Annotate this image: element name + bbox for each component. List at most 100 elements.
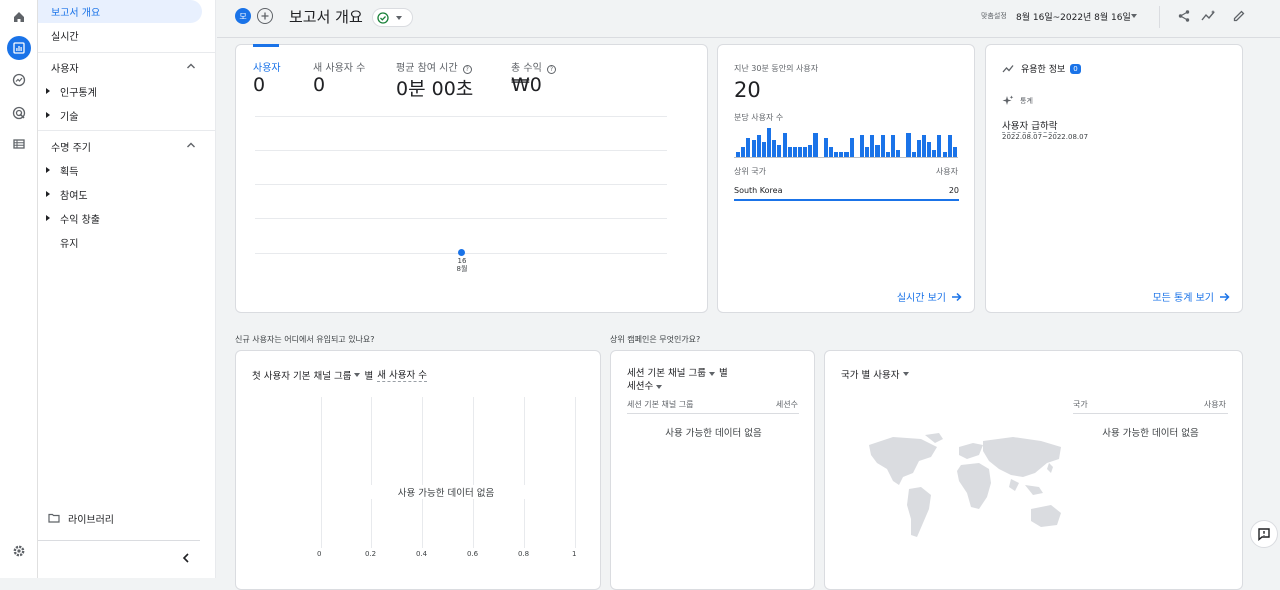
dimension-selector[interactable]: 첫 사용자 기본 채널 그룹: [252, 368, 351, 382]
tab-total-revenue[interactable]: 총 수익 ? ₩0: [511, 59, 556, 96]
sidebar-section-lifecycle[interactable]: 수명 주기: [51, 135, 216, 157]
caret-down-icon[interactable]: [354, 372, 361, 377]
per-minute-bar[interactable]: [947, 135, 952, 157]
explore-icon[interactable]: [7, 68, 31, 92]
per-minute-bar[interactable]: [870, 135, 875, 157]
status-dropdown[interactable]: [372, 8, 413, 27]
table-row[interactable]: South Korea 20: [734, 181, 959, 201]
per-minute-bar[interactable]: [890, 135, 896, 157]
tab-engagement-time[interactable]: 평균 참여 시간 ? 0분 00초: [396, 59, 473, 101]
chart-gridline: [255, 150, 667, 151]
reports-icon[interactable]: [7, 36, 31, 60]
per-minute-bar[interactable]: [880, 135, 885, 157]
country-card-header[interactable]: 국가 별 사용자: [841, 367, 910, 381]
column-header: 세션 기본 채널 그룹: [627, 400, 694, 409]
metric-selector[interactable]: 새 사용자 수: [377, 367, 427, 382]
per-minute-bar[interactable]: [787, 147, 792, 157]
per-minute-bar[interactable]: [751, 140, 756, 157]
advertising-icon[interactable]: [7, 101, 31, 125]
sidebar-item-library[interactable]: 라이브러리: [48, 507, 114, 529]
column-header-country: 상위 국가: [734, 167, 766, 176]
sidebar-item-label: 인구통계: [60, 87, 97, 99]
collapse-chevron-icon[interactable]: [179, 551, 193, 565]
sidebar-item-engagement[interactable]: 참여도: [46, 183, 88, 205]
insight-headline[interactable]: 사용자 급하락: [1002, 118, 1058, 133]
column-header: 세션수: [775, 400, 798, 409]
per-minute-bar[interactable]: [813, 133, 818, 157]
edit-pencil-icon[interactable]: [1229, 6, 1249, 26]
per-minute-bar[interactable]: [803, 147, 808, 157]
sidebar-item-overview[interactable]: 보고서 개요: [51, 0, 100, 22]
per-minute-bar[interactable]: [798, 147, 803, 157]
metric-value: ₩0: [511, 74, 542, 96]
per-minute-bar[interactable]: [916, 140, 921, 157]
view-all-insights-link[interactable]: 모든 통계 보기: [1152, 289, 1230, 304]
sidebar-item-retention[interactable]: 유지: [60, 231, 78, 253]
view-realtime-link[interactable]: 실시간 보기: [897, 289, 962, 304]
sidebar-item-monetization[interactable]: 수익 창출: [46, 207, 100, 229]
sidebar-item-acquisition[interactable]: 획득: [46, 159, 78, 181]
caret-down-icon[interactable]: [1131, 14, 1137, 18]
per-minute-bar[interactable]: [906, 133, 911, 157]
per-minute-bar[interactable]: [865, 147, 870, 157]
per-minute-bar[interactable]: [808, 145, 813, 157]
expand-arrow-icon: [46, 167, 50, 173]
per-minute-bar[interactable]: [761, 142, 766, 157]
per-minute-bar[interactable]: [896, 150, 901, 157]
feedback-button[interactable]: [1250, 520, 1278, 548]
per-minute-bar[interactable]: [927, 142, 932, 157]
per-minute-bar[interactable]: [777, 145, 782, 157]
avatar[interactable]: 모: [235, 8, 251, 24]
insights-trend-icon[interactable]: [1199, 6, 1219, 26]
chevron-up-icon: [186, 62, 196, 73]
home-icon[interactable]: [7, 5, 31, 29]
per-minute-bar[interactable]: [756, 135, 761, 157]
expand-arrow-icon: [46, 191, 50, 197]
per-minute-bar[interactable]: [875, 145, 880, 157]
tab-new-users[interactable]: 새 사용자 수 0: [313, 59, 365, 96]
per-minute-bar[interactable]: [952, 147, 957, 157]
chart-gridline: [255, 184, 667, 185]
sidebar-item-demographics[interactable]: 인구통계: [46, 80, 97, 102]
insights-count-badge: 0: [1070, 63, 1081, 74]
per-minute-bar[interactable]: [937, 135, 942, 157]
per-minute-bar[interactable]: [767, 128, 772, 157]
caret-down-icon[interactable]: [656, 384, 663, 389]
chevron-up-icon: [186, 141, 196, 152]
per-minute-bar[interactable]: [772, 140, 777, 157]
per-minute-bar[interactable]: [828, 147, 834, 157]
insights-header: 유용한 정보 0: [1002, 62, 1081, 75]
dimension-selector[interactable]: 세션 기본 채널 그룹: [627, 368, 706, 379]
page-title: 보고서 개요: [289, 8, 363, 26]
sidebar-item-realtime[interactable]: 실시간: [51, 24, 79, 46]
add-comparison-icon[interactable]: [257, 8, 273, 24]
settings-gear-icon[interactable]: [7, 539, 31, 563]
per-minute-bar[interactable]: [932, 150, 937, 157]
column-header: 사용자: [1203, 400, 1226, 409]
per-minute-bar[interactable]: [741, 147, 746, 157]
per-minute-bar[interactable]: [859, 135, 865, 157]
per-minute-bar[interactable]: [792, 147, 797, 157]
sidebar-divider: [38, 52, 216, 53]
per-minute-bar[interactable]: [849, 138, 854, 157]
help-icon[interactable]: ?: [546, 65, 556, 74]
chart-data-point[interactable]: [458, 249, 465, 256]
sidebar-section-users[interactable]: 사용자: [51, 56, 216, 78]
per-minute-bar[interactable]: [782, 133, 787, 157]
configure-icon[interactable]: [7, 132, 31, 156]
date-range-picker[interactable]: 8월 16일~2022년 8월 16일: [1016, 10, 1131, 23]
share-icon[interactable]: [1174, 6, 1194, 26]
insights-card: 유용한 정보 0 통계 사용자 급하락 2022.08.07~2022.08.0…: [985, 44, 1243, 313]
world-map: [869, 433, 1061, 537]
tab-users[interactable]: 사용자 0: [253, 59, 281, 96]
sidebar-item-tech[interactable]: 기술: [46, 104, 78, 126]
help-icon[interactable]: ?: [462, 65, 472, 74]
per-minute-bar[interactable]: [921, 135, 927, 157]
metric-value: 0분 00초: [396, 78, 474, 100]
empty-state-message: 사용 가능한 데이터 없음: [1102, 428, 1199, 439]
per-minute-bar[interactable]: [746, 138, 751, 157]
chart-gridline: [575, 397, 576, 548]
metric-selector[interactable]: 세션수: [627, 381, 653, 392]
caret-down-icon[interactable]: [708, 371, 715, 376]
per-minute-bar[interactable]: [823, 138, 828, 157]
